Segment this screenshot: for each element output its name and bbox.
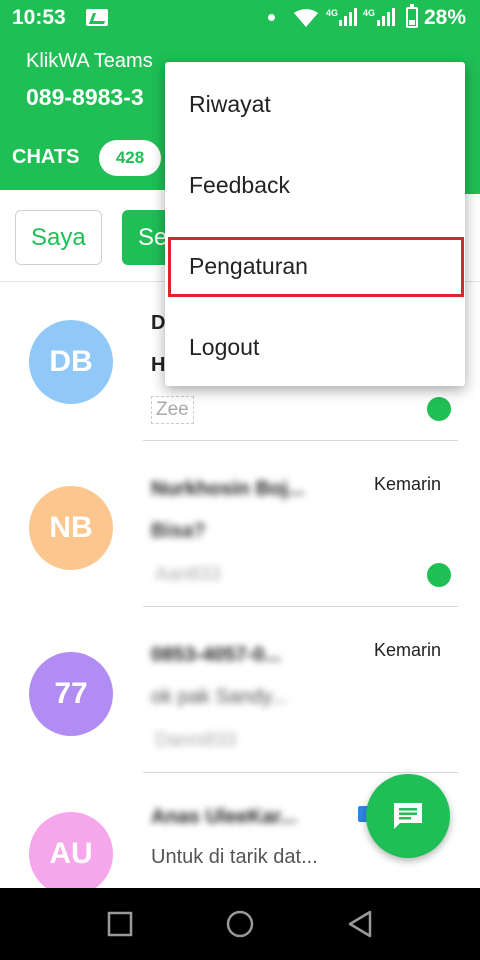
menu-item-logout[interactable]: Logout [165, 307, 465, 388]
divider [143, 606, 458, 607]
battery-percent: 28% [424, 6, 467, 29]
chat-name: Nurkhosin Boj... [151, 478, 305, 500]
home-icon [226, 910, 254, 938]
new-chat-button[interactable] [366, 774, 450, 858]
new-message-icon [394, 803, 422, 829]
unread-count-badge: 428 [99, 140, 161, 176]
signal-icon [339, 8, 357, 26]
notification-dot-icon [268, 14, 275, 21]
notification-icon [86, 9, 108, 26]
chat-name: Anas UleeKar... [151, 806, 297, 828]
chat-time: Kemarin [374, 640, 442, 660]
menu-item-feedback[interactable]: Feedback [165, 145, 465, 226]
chat-name: D [151, 312, 166, 334]
avatar: AU [29, 812, 113, 888]
signal-icon-2 [377, 8, 395, 26]
menu-item-riwayat[interactable]: Riwayat [165, 64, 465, 145]
account-phone: 089-8983-3 [26, 84, 144, 110]
back-icon [348, 910, 372, 938]
online-indicator [427, 563, 451, 587]
chat-agent-tag: Danni833 [155, 730, 237, 751]
navigation-bar [0, 888, 480, 960]
avatar: DB [29, 320, 113, 404]
chat-time: Kemarin [374, 474, 442, 494]
avatar: 77 [29, 652, 113, 736]
chat-preview: Bisa? [151, 520, 206, 542]
avatar: NB [29, 486, 113, 570]
network-type-label: 4G [326, 8, 339, 18]
chat-agent-tag: Zee [151, 396, 194, 424]
chat-preview: ok pak Sandy... [151, 686, 288, 708]
online-indicator [427, 397, 451, 421]
chat-item[interactable]: NB Nurkhosin Boj... Kemarin Bisa? Aan833 [0, 448, 480, 614]
status-time: 10:53 [12, 6, 66, 29]
chat-preview: H [151, 354, 166, 376]
menu-item-pengaturan[interactable]: Pengaturan [165, 226, 465, 307]
divider [143, 440, 458, 441]
status-bar: 10:53 4G 4G 28% [0, 0, 480, 36]
divider [143, 772, 458, 773]
chat-preview: Untuk di tarik dat... [151, 846, 318, 868]
account-name: KlikWA Teams [26, 50, 153, 72]
recent-apps-icon [107, 911, 133, 937]
battery-icon [406, 4, 418, 28]
network-type-label-2: 4G [363, 8, 376, 18]
recent-apps-button[interactable] [80, 888, 160, 960]
chat-agent-tag: Aan833 [155, 564, 221, 585]
chat-item[interactable]: 77 0853-4057-0... Kemarin ok pak Sandy..… [0, 614, 480, 780]
overflow-menu: Riwayat Feedback Pengaturan Logout [165, 62, 465, 386]
chat-name: 0853-4057-0... [151, 644, 282, 666]
filter-saya-button[interactable]: Saya [15, 210, 102, 265]
back-button[interactable] [320, 888, 400, 960]
wifi-icon [294, 9, 318, 27]
home-button[interactable] [200, 888, 280, 960]
tab-chats[interactable]: CHATS [12, 146, 79, 169]
